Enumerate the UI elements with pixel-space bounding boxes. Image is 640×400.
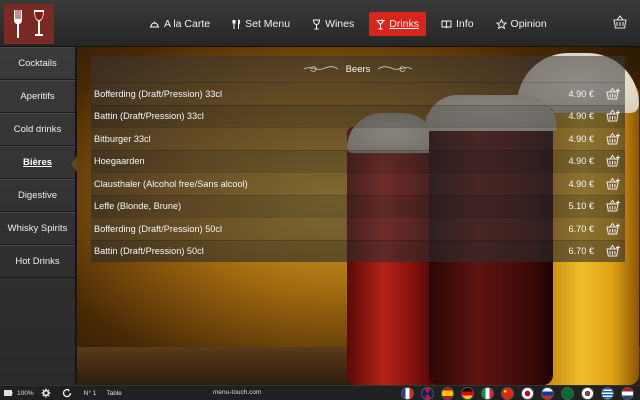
- sidebar-item-hot-drinks[interactable]: Hot Drinks: [0, 245, 75, 278]
- flag-united-kingdom-icon[interactable]: [421, 387, 434, 400]
- add-to-basket-icon[interactable]: [606, 132, 622, 146]
- item-price: 4.90 €: [568, 178, 594, 189]
- nav-info[interactable]: Info: [434, 12, 481, 36]
- category-sidebar: Cocktails Aperitifs Cold drinks Bières D…: [0, 47, 76, 385]
- section-title: Beers: [345, 63, 371, 75]
- flag-south-korea-icon[interactable]: [581, 387, 594, 400]
- item-price: 4.90 €: [568, 133, 594, 144]
- item-name: Battin (Draft/Pression) 50cl: [94, 246, 204, 257]
- flag-france-icon[interactable]: [401, 387, 414, 400]
- item-price: 6.70 €: [568, 246, 594, 257]
- nav-set-menu[interactable]: Set Menu: [225, 12, 297, 36]
- flag-germany-icon[interactable]: [461, 387, 474, 400]
- nav-label: Drinks: [389, 18, 420, 30]
- top-bar: A la Carte Set Menu Wines Drinks Info Op…: [0, 0, 640, 47]
- sidebar-item-bieres[interactable]: Bières: [0, 146, 75, 179]
- table-number: N° 1: [83, 389, 97, 397]
- sidebar-item-digestive[interactable]: Digestive: [0, 179, 75, 212]
- nav-label: Wines: [325, 18, 355, 30]
- sidebar-item-aperitifs[interactable]: Aperitifs: [0, 80, 75, 113]
- add-to-basket-icon[interactable]: [606, 222, 622, 236]
- menu-item-row[interactable]: Battin (Draft/Pression) 50cl 6.70 €: [91, 239, 625, 262]
- star-icon: [495, 18, 507, 29]
- nav-label: Opinion: [510, 18, 547, 30]
- menu-panel: Beers Bofferding (Draft/Pression) 33cl 4.…: [91, 56, 625, 262]
- battery-level: 100%: [17, 389, 34, 397]
- add-to-basket-icon[interactable]: [606, 87, 622, 101]
- language-flags: [401, 387, 634, 400]
- book-icon: [441, 20, 452, 29]
- add-to-basket-icon[interactable]: [606, 109, 622, 123]
- ornament-right-icon: [378, 66, 413, 72]
- item-name: Bofferding (Draft/Pression) 33cl: [94, 88, 223, 99]
- item-price: 4.90 €: [568, 111, 594, 122]
- item-price: 4.90 €: [568, 156, 594, 167]
- basket-icon: [613, 15, 627, 29]
- menu-item-row[interactable]: Bofferding (Draft/Pression) 33cl 4.90 €: [91, 82, 625, 105]
- flag-saudi-arabia-icon[interactable]: [561, 387, 574, 400]
- nav-label: A la Carte: [164, 18, 211, 30]
- item-name: Hoegaarden: [94, 156, 145, 167]
- item-price: 5.10 €: [568, 201, 594, 212]
- nav-opinion[interactable]: Opinion: [489, 12, 554, 36]
- sidebar-item-cold-drinks[interactable]: Cold drinks: [0, 113, 75, 146]
- settings-icon[interactable]: [41, 388, 51, 398]
- wine-glass-icon: [313, 19, 321, 29]
- item-name: Bofferding (Draft/Pression) 50cl: [94, 223, 223, 234]
- menu-item-row[interactable]: Battin (Draft/Pression) 33cl 4.90 €: [91, 104, 625, 127]
- cocktail-icon: [376, 18, 386, 29]
- menu-item-row[interactable]: Bitburger 33cl 4.90 €: [91, 127, 625, 150]
- add-to-basket-icon[interactable]: [606, 199, 622, 213]
- restaurant-logo[interactable]: [4, 4, 54, 44]
- sidebar-item-cocktails[interactable]: Cocktails: [0, 47, 75, 80]
- item-list: Bofferding (Draft/Pression) 33cl 4.90 € Ba…: [91, 82, 625, 262]
- sidebar-item-whisky-spirits[interactable]: Whisky Spirits: [0, 212, 75, 245]
- main-nav: A la Carte Set Menu Wines Drinks Info Op…: [142, 12, 554, 36]
- add-to-basket-icon[interactable]: [606, 244, 622, 258]
- status-bar: 100% N° 1 Table menu-touch.com: [0, 385, 640, 400]
- dish-cover-icon: [150, 21, 159, 28]
- cart-button[interactable]: [612, 14, 628, 35]
- nav-label: Set Menu: [245, 18, 291, 30]
- menu-item-row[interactable]: Hoegaarden 4.90 €: [91, 149, 625, 172]
- item-name: Battin (Draft/Pression) 33cl: [94, 111, 204, 122]
- battery-icon: [4, 390, 13, 396]
- add-to-basket-icon[interactable]: [606, 177, 622, 191]
- item-price: 6.70 €: [568, 223, 594, 234]
- flag-italy-icon[interactable]: [481, 387, 494, 400]
- nav-wines[interactable]: Wines: [305, 12, 361, 36]
- flag-china-icon[interactable]: [501, 387, 514, 400]
- menu-item-row[interactable]: Bofferding (Draft/Pression) 50cl 6.70 €: [91, 217, 625, 240]
- nav-label: Info: [456, 18, 474, 30]
- flag-japan-icon[interactable]: [521, 387, 534, 400]
- menu-item-row[interactable]: Clausthaler (Alcohol free/Sans alcool) 4.…: [91, 172, 625, 195]
- nav-drinks[interactable]: Drinks: [369, 12, 427, 36]
- add-to-basket-icon[interactable]: [606, 154, 622, 168]
- flag-russia-icon[interactable]: [541, 387, 554, 400]
- cutlery-icon: [232, 19, 241, 29]
- ornament-left-icon: [303, 66, 338, 72]
- menu-item-row[interactable]: Leffe (Blonde, Brune) 5.10 €: [91, 194, 625, 217]
- refresh-icon[interactable]: [62, 388, 72, 398]
- flag-greece-icon[interactable]: [601, 387, 614, 400]
- section-header: Beers: [91, 56, 625, 82]
- item-name: Clausthaler (Alcohol free/Sans alcool): [94, 178, 248, 189]
- item-name: Bitburger 33cl: [94, 133, 151, 144]
- nav-a-la-carte[interactable]: A la Carte: [142, 12, 217, 36]
- item-name: Leffe (Blonde, Brune): [94, 201, 182, 212]
- site-url[interactable]: menu-touch.com: [213, 389, 261, 396]
- flag-netherlands-icon[interactable]: [621, 387, 634, 400]
- item-price: 4.90 €: [568, 88, 594, 99]
- table-label[interactable]: Table: [106, 390, 122, 397]
- flag-spain-icon[interactable]: [441, 387, 454, 400]
